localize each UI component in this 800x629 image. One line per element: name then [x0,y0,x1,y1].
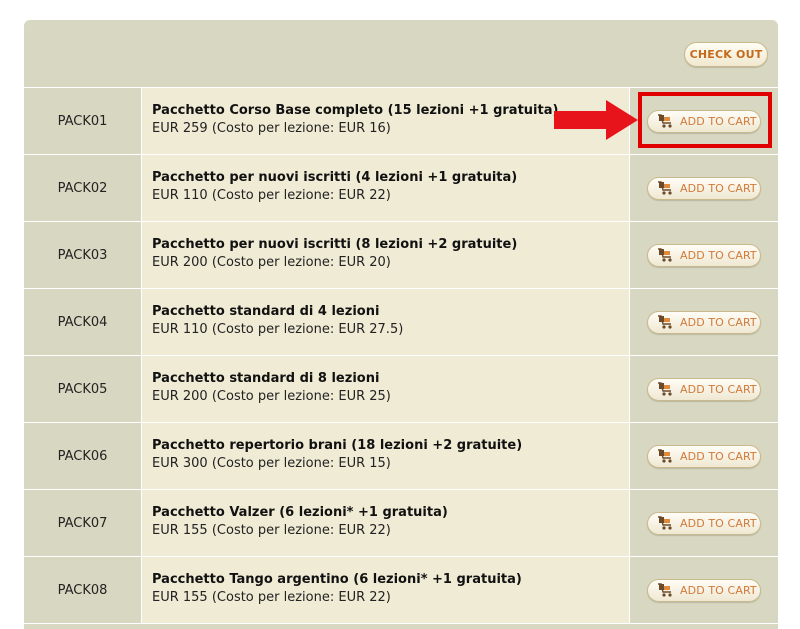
package-title: Pacchetto standard di 4 lezioni [152,304,380,319]
package-description: Pacchetto Valzer (6 lezioni* +1 gratuita… [142,490,630,556]
package-price: EUR 155 (Costo per lezione: EUR 22) [152,523,391,538]
package-price: EUR 110 (Costo per lezione: EUR 22) [152,188,391,203]
add-to-cart-label: ADD TO CART [680,382,757,396]
arrow-right-icon [554,100,638,140]
package-title: Pacchetto standard di 8 lezioni [152,371,380,386]
add-to-cart-button[interactable]: ADD TO CART [647,377,761,401]
package-price: EUR 155 (Costo per lezione: EUR 22) [152,590,391,605]
add-to-cart-button[interactable]: ADD TO CART [647,109,761,133]
package-title: Pacchetto Corso Base completo (15 lezion… [152,103,559,118]
package-price: EUR 110 (Costo per lezione: EUR 27.5) [152,322,404,337]
package-row: PACK06 Pacchetto repertorio brani (18 lez… [24,423,778,490]
cart-icon [658,181,674,195]
add-to-cart-label: ADD TO CART [680,583,757,597]
add-to-cart-button[interactable]: ADD TO CART [647,578,761,602]
package-code: PACK07 [24,490,142,556]
package-action: ADD TO CART [630,88,778,154]
package-description: Pacchetto standard di 8 lezioni EUR 200 (… [142,356,630,422]
package-title: Pacchetto Tango argentino (6 lezioni* +1… [152,572,522,587]
package-row: PACK08 Pacchetto Tango argentino (6 lezio… [24,557,778,624]
add-to-cart-button[interactable]: ADD TO CART [647,511,761,535]
add-to-cart-label: ADD TO CART [680,315,757,329]
cart-icon [658,583,674,597]
cart-icon [658,516,674,530]
add-to-cart-label: ADD TO CART [680,114,757,128]
package-description: Pacchetto per nuovi iscritti (8 lezioni … [142,222,630,288]
package-row: PACK03 Pacchetto per nuovi iscritti (8 le… [24,222,778,289]
package-title: Pacchetto repertorio brani (18 lezioni +… [152,438,523,453]
add-to-cart-label: ADD TO CART [680,449,757,463]
cart-icon [658,382,674,396]
package-code: PACK02 [24,155,142,221]
package-row: PACK07 Pacchetto Valzer (6 lezioni* +1 gr… [24,490,778,557]
checkout-button[interactable]: CHECK OUT [684,42,768,67]
package-action: ADD TO CART [630,423,778,489]
package-action: ADD TO CART [630,289,778,355]
add-to-cart-button[interactable]: ADD TO CART [647,310,761,334]
package-description: Pacchetto repertorio brani (18 lezioni +… [142,423,630,489]
package-code: PACK03 [24,222,142,288]
package-price: EUR 200 (Costo per lezione: EUR 20) [152,255,391,270]
panel-header: CHECK OUT [24,20,778,88]
package-title: Pacchetto per nuovi iscritti (4 lezioni … [152,170,518,185]
package-description: Pacchetto Tango argentino (6 lezioni* +1… [142,557,630,623]
package-row: PACK04 Pacchetto standard di 4 lezioni EUR… [24,289,778,356]
packages-list: PACK01 Pacchetto Corso Base completo (15 … [24,88,778,624]
package-row: PACK01 Pacchetto Corso Base completo (15 … [24,88,778,155]
package-action: ADD TO CART [630,557,778,623]
package-action: ADD TO CART [630,356,778,422]
cart-icon [658,248,674,262]
package-price: EUR 200 (Costo per lezione: EUR 25) [152,389,391,404]
add-to-cart-button[interactable]: ADD TO CART [647,176,761,200]
package-title: Pacchetto Valzer (6 lezioni* +1 gratuita… [152,505,448,520]
package-action: ADD TO CART [630,222,778,288]
package-price: EUR 259 (Costo per lezione: EUR 16) [152,121,391,136]
package-code: PACK05 [24,356,142,422]
add-to-cart-label: ADD TO CART [680,181,757,195]
package-title: Pacchetto per nuovi iscritti (8 lezioni … [152,237,518,252]
cart-icon [658,315,674,329]
package-action: ADD TO CART [630,490,778,556]
add-to-cart-label: ADD TO CART [680,516,757,530]
add-to-cart-button[interactable]: ADD TO CART [647,444,761,468]
cart-icon [658,449,674,463]
package-row: PACK02 Pacchetto per nuovi iscritti (4 le… [24,155,778,222]
packages-panel: CHECK OUT PACK01 Pacchetto Corso Base com… [24,20,778,629]
package-code: PACK08 [24,557,142,623]
cart-icon [658,114,674,128]
add-to-cart-button[interactable]: ADD TO CART [647,243,761,267]
package-row: PACK05 Pacchetto standard di 8 lezioni EUR… [24,356,778,423]
package-description: Pacchetto per nuovi iscritti (4 lezioni … [142,155,630,221]
add-to-cart-label: ADD TO CART [680,248,757,262]
package-action: ADD TO CART [630,155,778,221]
package-code: PACK06 [24,423,142,489]
package-price: EUR 300 (Costo per lezione: EUR 15) [152,456,391,471]
package-description: Pacchetto standard di 4 lezioni EUR 110 (… [142,289,630,355]
package-code: PACK01 [24,88,142,154]
package-code: PACK04 [24,289,142,355]
